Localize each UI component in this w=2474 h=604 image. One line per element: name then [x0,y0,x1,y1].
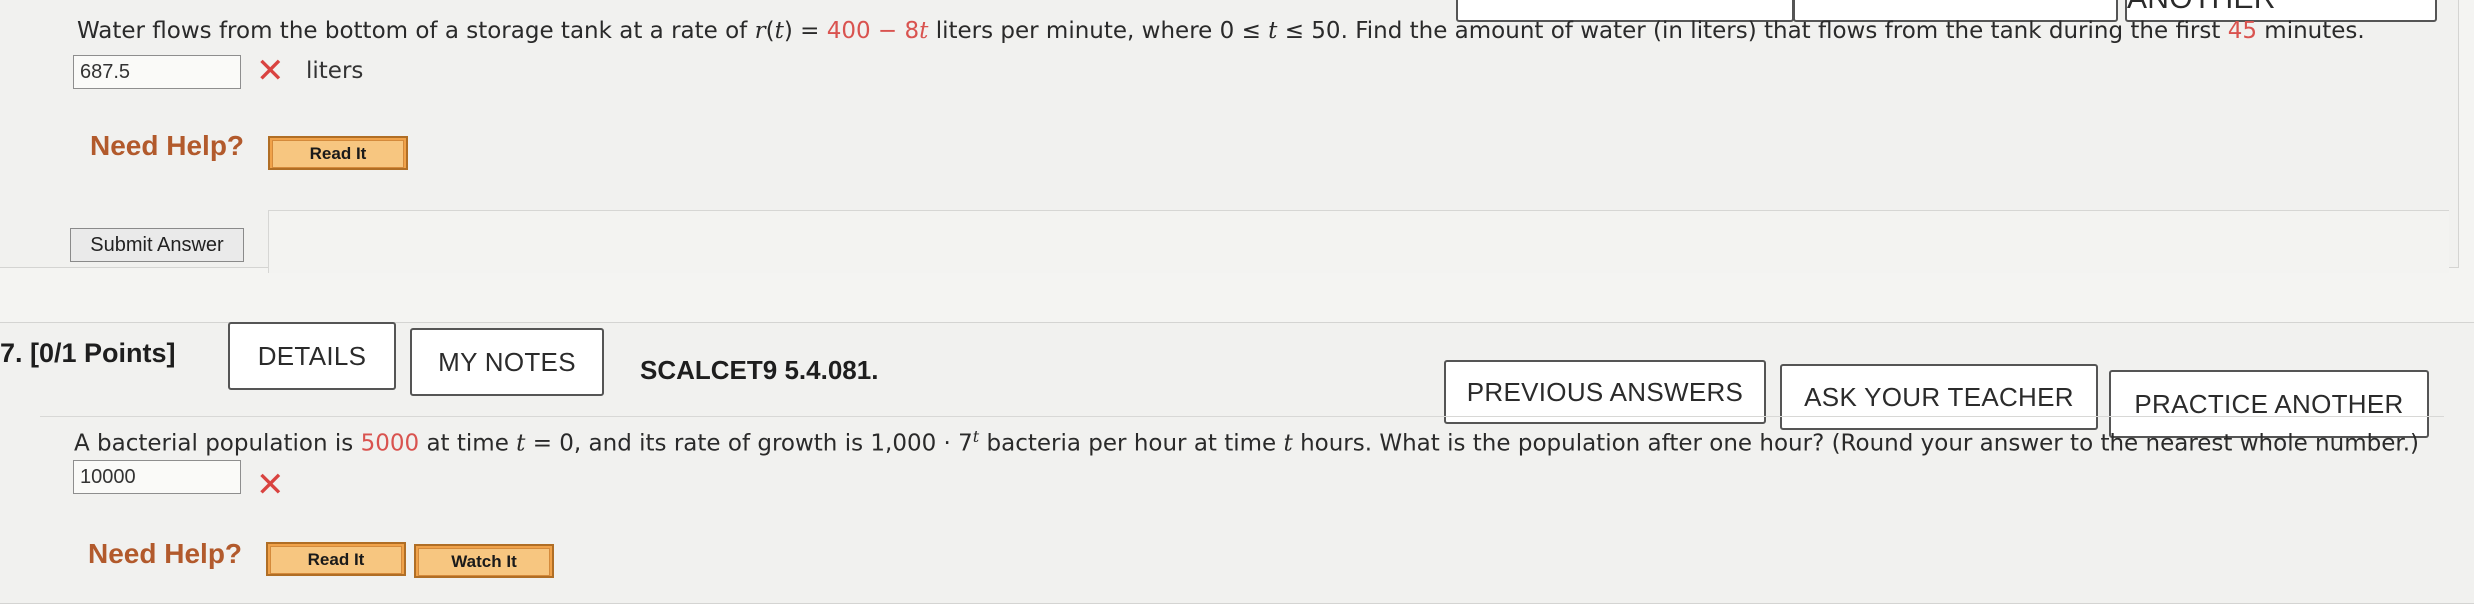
details-button[interactable]: DETAILS [228,322,396,390]
divider [40,416,2444,417]
unit-label: liters [306,58,364,84]
answer-field-q7[interactable]: 10000 [73,460,241,494]
incorrect-x-icon: ✕ [256,51,285,91]
response-area [268,210,2449,273]
question-7-number: 7. [0/1 Points] [0,338,176,368]
answer-field-q6[interactable]: 687.5 [73,55,241,89]
incorrect-x-icon: ✕ [256,465,285,505]
submit-answer-button[interactable]: Submit Answer [70,228,244,262]
question-7-text: A bacterial population is 5000 at time t… [74,427,2419,457]
need-help-label: Need Help? [88,538,243,569]
question-code: SCALCET9 5.4.081. [640,355,879,385]
ask-your-teacher-button[interactable]: ASK YOUR TEACHER [1780,364,2098,430]
read-it-button[interactable]: Read It [266,542,406,576]
need-help-label: Need Help? [90,130,245,161]
question-6-text: Water flows from the bottom of a storage… [77,18,2365,44]
previous-answers-button[interactable]: PREVIOUS ANSWERS [1444,360,1766,424]
read-it-button-q6[interactable]: Read It [268,136,408,170]
watch-it-button[interactable]: Watch It [414,544,554,578]
my-notes-button[interactable]: MY NOTES [410,328,604,396]
